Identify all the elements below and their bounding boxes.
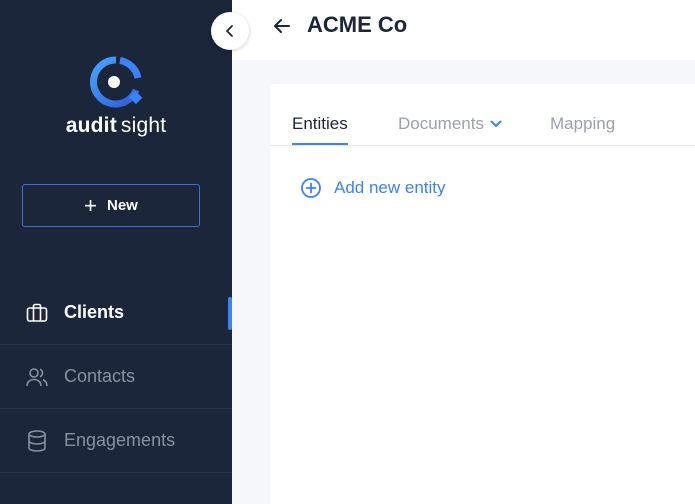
chevron-down-icon bbox=[490, 120, 502, 127]
tab-entities[interactable]: Entities bbox=[292, 104, 348, 145]
sidebar-item-label: Engagements bbox=[64, 430, 176, 450]
database-icon bbox=[26, 429, 48, 452]
sidebar-item-label: Clients bbox=[64, 302, 125, 322]
new-button-label: New bbox=[107, 197, 138, 214]
users-icon bbox=[26, 366, 48, 388]
sidebar-item-contacts[interactable]: Contacts bbox=[0, 345, 232, 409]
auditsight-logo-icon bbox=[90, 56, 143, 108]
sidebar-item-clients[interactable]: Clients bbox=[0, 281, 232, 345]
top-bar: ACME Co bbox=[232, 0, 695, 60]
plus-icon: + bbox=[84, 192, 97, 218]
sidebar: audit sight + New Clients Contacts Engag… bbox=[0, 0, 232, 504]
add-new-entity-label: Add new entity bbox=[334, 178, 446, 197]
back-arrow-icon[interactable] bbox=[272, 16, 292, 36]
plus-circle-icon bbox=[301, 178, 321, 198]
tab-bar: Entities Documents Mapping bbox=[270, 84, 695, 146]
new-button[interactable]: + New bbox=[22, 184, 200, 227]
app-logo[interactable]: audit sight bbox=[0, 54, 232, 138]
sidebar-item-engagements[interactable]: Engagements bbox=[0, 409, 232, 473]
briefcase-icon bbox=[26, 302, 48, 324]
brand-wordmark: audit sight bbox=[0, 114, 232, 138]
main-card: Entities Documents Mapping Add new entit… bbox=[270, 84, 695, 504]
add-new-entity-button[interactable]: Add new entity bbox=[300, 177, 446, 199]
tab-mapping[interactable]: Mapping bbox=[550, 104, 615, 144]
sidebar-item-label: Contacts bbox=[64, 366, 136, 386]
tab-label: Entities bbox=[292, 114, 348, 133]
tab-label: Documents bbox=[398, 114, 484, 133]
brand-part-audit: audit bbox=[65, 114, 117, 137]
tab-label: Mapping bbox=[550, 114, 616, 133]
brand-part-sight: sight bbox=[120, 114, 167, 137]
collapse-sidebar-button[interactable] bbox=[211, 12, 249, 50]
sidebar-nav: Clients Contacts Engagements bbox=[0, 281, 232, 473]
tab-documents[interactable]: Documents bbox=[398, 104, 502, 144]
chevron-left-icon bbox=[226, 25, 233, 37]
page-title: ACME Co bbox=[307, 12, 408, 37]
